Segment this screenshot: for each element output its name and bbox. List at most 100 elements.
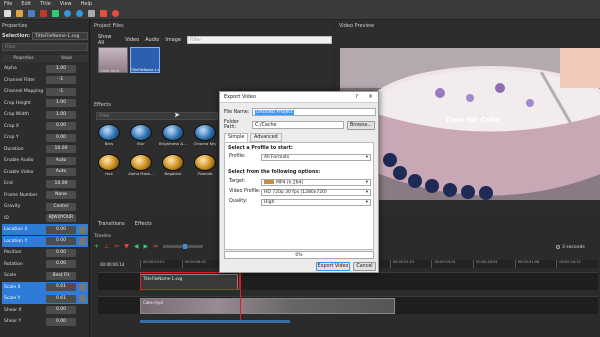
property-row[interactable]: End 10.00 [2, 178, 88, 189]
tab-effects[interactable]: Effects [135, 221, 152, 227]
cancel-button[interactable]: Cancel [353, 262, 376, 271]
effect-item[interactable]: Negative [160, 154, 186, 176]
property-row[interactable]: Crop Width 1.00 [2, 109, 88, 120]
property-row[interactable]: Channel Filter -1 [2, 75, 88, 86]
tab-simple[interactable]: Simple [224, 133, 249, 142]
tab-show-all[interactable]: Show All [98, 34, 119, 46]
effects-filter-input[interactable]: Filter [96, 112, 218, 120]
timeline-scrollbar[interactable] [140, 320, 290, 323]
help-icon[interactable]: ? [355, 94, 358, 100]
razor-icon[interactable]: ✂ [114, 243, 119, 250]
file-name-input[interactable]: Untitled Project [252, 108, 376, 116]
menu-view[interactable]: View [60, 1, 72, 7]
tab-transitions[interactable]: Transitions [98, 221, 125, 227]
profile-select[interactable]: All Formats ▾ [261, 154, 371, 161]
property-value[interactable]: Best Fit [46, 271, 76, 280]
menu-file[interactable]: File [4, 1, 12, 7]
save-as-icon[interactable] [40, 10, 47, 17]
effect-item[interactable]: Alpha Mask... [128, 154, 154, 176]
property-row[interactable]: Scale Y 0.61 [2, 293, 88, 304]
property-row[interactable]: Rotation 0.00 [2, 259, 88, 270]
property-value[interactable]: 0.00 [46, 133, 76, 142]
property-value[interactable]: -1 [46, 76, 76, 84]
prev-marker-icon[interactable]: ◀ [134, 243, 139, 250]
property-row[interactable]: Enable Audio Auto [2, 155, 88, 166]
property-value[interactable]: Auto [46, 168, 76, 176]
property-value[interactable]: 10.00 [46, 145, 76, 153]
property-value[interactable]: 10.00 [46, 179, 76, 188]
property-value[interactable]: 0.00 [46, 237, 76, 245]
target-select[interactable]: MP4 (h.264) ▾ [261, 179, 371, 186]
keyframe-icon[interactable] [79, 283, 86, 291]
property-row[interactable]: Duration 10.00 [2, 144, 88, 155]
profile-icon[interactable] [88, 10, 95, 17]
property-row[interactable]: Shear Y 0.00 [2, 316, 88, 327]
property-row[interactable]: Alpha 1.00 [2, 63, 88, 74]
redo-icon[interactable] [76, 10, 83, 17]
snap-icon[interactable]: ⊥ [104, 243, 109, 250]
zoom-radio-icon[interactable] [556, 245, 560, 249]
selection-dropdown[interactable]: TitleFileName-1.svg [32, 31, 88, 40]
property-row[interactable]: Scale X 0.61 [2, 281, 88, 293]
property-value[interactable]: None [46, 191, 76, 199]
property-row[interactable]: Scale Best Fit [2, 270, 88, 281]
property-row[interactable]: Channel Mapping -1 [2, 86, 88, 97]
effect-item[interactable]: Chroma Key [192, 124, 218, 146]
menu-help[interactable]: Help [81, 1, 92, 7]
center-playhead-icon[interactable]: ⇔ [153, 243, 158, 250]
video-profile-select[interactable]: HD 720p 30 fps (1280x720) ▾ [261, 189, 371, 196]
effect-item[interactable]: Brightness &... [159, 124, 187, 146]
property-value[interactable]: Auto [46, 156, 76, 165]
menu-title[interactable]: Title [40, 1, 51, 7]
property-row[interactable]: Position 0.00 [2, 247, 88, 258]
zoom-slider[interactable] [163, 244, 204, 249]
property-row[interactable]: Frame Number None [2, 190, 88, 201]
folder-input[interactable]: C:/Cache [252, 121, 344, 129]
keyframe-icon[interactable] [79, 237, 86, 245]
property-value[interactable]: 0.00 [46, 122, 76, 130]
tab-audio[interactable]: Audio [145, 37, 159, 43]
save-project-icon[interactable] [28, 10, 35, 17]
property-value[interactable]: -1 [46, 87, 76, 96]
open-project-icon[interactable] [16, 10, 23, 17]
menu-edit[interactable]: Edit [21, 1, 31, 7]
property-value[interactable]: 0.00 [46, 225, 76, 234]
property-value[interactable]: 1.00 [46, 110, 76, 119]
property-value[interactable]: 0.00 [46, 306, 76, 314]
tab-image[interactable]: Image [165, 37, 181, 43]
property-row[interactable]: Crop Y 0.00 [2, 132, 88, 143]
properties-filter-input[interactable]: Filter [2, 43, 88, 51]
property-value[interactable]: 0.00 [46, 260, 76, 268]
next-marker-icon[interactable]: ▶ [144, 243, 149, 250]
keyframe-icon[interactable] [79, 226, 86, 233]
effect-item[interactable]: Hue [96, 154, 122, 176]
import-files-icon[interactable] [52, 10, 59, 17]
property-row[interactable]: Shear X 0.00 [2, 305, 88, 316]
marker-icon[interactable]: ▼ [124, 243, 129, 250]
quality-select[interactable]: High ▾ [261, 199, 371, 206]
clip-cake[interactable]: Cake.mp4 [140, 298, 395, 314]
property-value[interactable]: 0.61 [46, 283, 76, 291]
property-row[interactable]: ID BJWDYOUR [2, 213, 88, 224]
add-track-icon[interactable]: + [94, 243, 99, 250]
effect-item[interactable]: Blur [128, 124, 154, 146]
property-row[interactable]: Location Y 0.00 [2, 235, 88, 247]
property-value[interactable]: 1.00 [46, 99, 76, 107]
export-icon[interactable] [112, 10, 119, 17]
property-value[interactable]: Center [46, 202, 76, 211]
fullscreen-icon[interactable] [100, 10, 107, 17]
property-row[interactable]: Crop Height 1.00 [2, 98, 88, 109]
property-value[interactable]: 0.00 [46, 317, 76, 326]
property-row[interactable]: Gravity Center [2, 201, 88, 212]
export-video-button[interactable]: Export Video [316, 262, 350, 271]
property-row[interactable]: Location X 0.00 [2, 224, 88, 235]
close-icon[interactable]: × [368, 93, 373, 100]
property-value[interactable]: BJWDYOUR [46, 214, 76, 222]
undo-icon[interactable] [64, 10, 71, 17]
property-value[interactable]: 0.00 [46, 248, 76, 257]
tab-video[interactable]: Video [125, 37, 139, 43]
property-value[interactable]: 1.00 [46, 64, 76, 73]
property-value[interactable]: 0.61 [46, 294, 76, 303]
property-row[interactable]: Enable Video Auto [2, 167, 88, 178]
property-row[interactable]: Crop X 0.00 [2, 121, 88, 132]
